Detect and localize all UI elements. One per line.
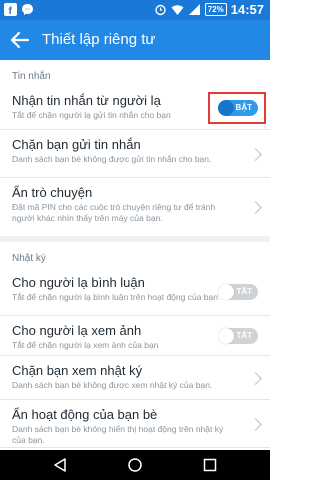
row-desc: Đặt mã PIN cho các cuộc trò chuyện riêng… (12, 202, 216, 223)
status-bar: f 72% 14:57 (0, 0, 270, 20)
signal-icon (188, 4, 200, 15)
highlight-box (208, 91, 266, 124)
toggle-strangers-comment[interactable]: TẮT (218, 283, 258, 300)
row-desc: Tắt để chặn người lạ bình luận trên hoạt… (12, 292, 218, 302)
battery-indicator: 72% (204, 3, 227, 16)
row-title: Chặn bạn xem nhật ký (12, 363, 143, 378)
row-desc: Danh sách bạn bè không được xem nhật ký … (12, 380, 213, 390)
system-nav-bar (0, 450, 270, 480)
row-hide-friends-activity[interactable]: Ẩn hoạt động của bạn bè Danh sách bạn bè… (0, 400, 270, 448)
home-circle-icon[interactable] (127, 457, 143, 473)
facebook-icon: f (4, 3, 17, 16)
settings-list: Tin nhắn Nhận tin nhắn từ người lạ Tắt đ… (0, 60, 270, 450)
row-block-friends-view-diary[interactable]: Chặn bạn xem nhật ký Danh sách bạn bè kh… (0, 356, 270, 400)
row-title: Cho người lạ xem ảnh (12, 323, 142, 338)
section-header-diary: Nhật ký (12, 253, 46, 264)
wifi-icon (171, 5, 184, 15)
row-title: Nhận tin nhắn từ người lạ (12, 93, 161, 108)
row-desc: Tắt để chặn người lạ gửi tin nhắn cho bạ… (12, 110, 171, 120)
row-hide-conversations[interactable]: Ẩn trò chuyện Đặt mã PIN cho các cuộc tr… (0, 178, 270, 236)
toggle-label: TẮT (236, 286, 252, 296)
clock: 14:57 (230, 2, 264, 17)
alarm-icon (155, 4, 166, 16)
toggle-label: TẮT (236, 330, 252, 340)
row-title: Cho người lạ bình luận (12, 275, 145, 290)
page-title: Thiết lập riêng tư (42, 31, 156, 48)
row-desc: Danh sách bạn bè không được gửi tin nhắn… (12, 154, 212, 164)
toggle-strangers-view-photos[interactable]: TẮT (218, 327, 258, 344)
toggle-knob (218, 327, 234, 344)
back-arrow-icon[interactable] (8, 28, 32, 52)
row-strangers-comment: Cho người lạ bình luận Tắt để chặn người… (0, 268, 270, 316)
row-title: Ẩn hoạt động của bạn bè (12, 407, 158, 422)
row-desc: Tắt để chặn người lạ xem ảnh của bạn (12, 340, 159, 350)
row-desc: Danh sách bạn bè không hiển thị hoạt độn… (12, 424, 224, 445)
recents-square-icon[interactable] (202, 457, 218, 473)
app-bar: Thiết lập riêng tư (0, 20, 270, 60)
row-strangers-view-photos: Cho người lạ xem ảnh Tắt để chặn người l… (0, 316, 270, 356)
chevron-right-icon (249, 371, 262, 385)
chevron-right-icon (249, 147, 262, 161)
row-title: Ẩn trò chuyện (12, 185, 93, 200)
chevron-right-icon (249, 201, 262, 214)
toggle-knob (218, 283, 234, 300)
chevron-right-icon (249, 417, 262, 431)
row-receive-messages-from-strangers: Nhận tin nhắn từ người lạ Tắt để chặn ng… (0, 86, 270, 130)
row-title: Chặn bạn gửi tin nhắn (12, 137, 141, 152)
back-triangle-icon[interactable] (52, 457, 68, 473)
row-block-friends-messaging[interactable]: Chặn bạn gửi tin nhắn Danh sách bạn bè k… (0, 130, 270, 178)
section-header-messages: Tin nhắn (12, 71, 51, 82)
messenger-icon (22, 4, 33, 15)
